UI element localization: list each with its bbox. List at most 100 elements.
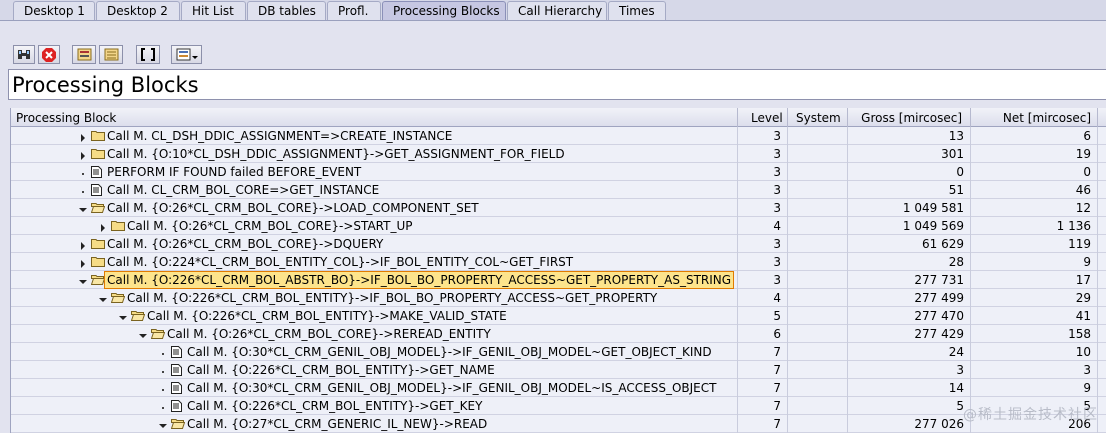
cell-processing-block[interactable]: Call M. {O:226*CL_CRM_BOL_ENTITY}->GET_N… bbox=[11, 361, 738, 379]
tab-desktop-1[interactable]: Desktop 1 bbox=[13, 1, 95, 20]
block-label[interactable]: Call M. {O:226*CL_CRM_BOL_ENTITY}->MAKE_… bbox=[145, 308, 509, 324]
block-label[interactable]: Call M. {O:27*CL_CRM_GENERIC_IL_NEW}->RE… bbox=[185, 416, 489, 432]
cell-system bbox=[788, 235, 848, 253]
block-label[interactable]: Call M. {O:26*CL_CRM_BOL_CORE}->START_UP bbox=[125, 218, 414, 234]
collapse-arrow-icon[interactable] bbox=[159, 419, 167, 428]
table-row[interactable]: Call M. {O:226*CL_CRM_BOL_ENTITY}->IF_BO… bbox=[11, 289, 1106, 307]
brackets-icon[interactable] bbox=[136, 45, 160, 64]
table-row[interactable]: Call M. {O:30*CL_CRM_GENIL_OBJ_MODEL}->I… bbox=[11, 379, 1106, 397]
table-row[interactable]: Call M. CL_DSH_DDIC_ASSIGNMENT=>CREATE_I… bbox=[11, 127, 1106, 145]
cell-processing-block[interactable]: Call M. {O:226*CL_CRM_BOL_ENTITY}->IF_BO… bbox=[11, 289, 738, 307]
cell-system bbox=[788, 379, 848, 397]
tab-hit-list[interactable]: Hit List bbox=[181, 1, 246, 20]
block-label[interactable]: Call M. {O:224*CL_CRM_BOL_ENTITY_COL}->I… bbox=[105, 254, 575, 270]
collapse-arrow-icon[interactable] bbox=[79, 275, 87, 284]
leaf-dot-icon bbox=[79, 185, 87, 193]
tab-db-tables[interactable]: DB tables bbox=[247, 1, 326, 20]
expand-icon[interactable] bbox=[72, 45, 96, 64]
cell-net: 158 bbox=[971, 325, 1098, 343]
folder-icon bbox=[91, 238, 105, 249]
cell-processing-block[interactable]: Call M. {O:26*CL_CRM_BOL_CORE}->DQUERY bbox=[11, 235, 738, 253]
cell-processing-block[interactable]: Call M. {O:26*CL_CRM_BOL_CORE}->START_UP bbox=[11, 217, 738, 235]
table-row[interactable]: Call M. {O:226*CL_CRM_BOL_ENTITY}->MAKE_… bbox=[11, 307, 1106, 325]
layout-icon[interactable] bbox=[171, 45, 202, 64]
cell-processing-block[interactable]: Call M. {O:10*CL_DSH_DDIC_ASSIGNMENT}->G… bbox=[11, 145, 738, 163]
table-row[interactable]: Call M. {O:224*CL_CRM_BOL_ENTITY_COL}->I… bbox=[11, 253, 1106, 271]
collapse-icon[interactable] bbox=[99, 45, 123, 64]
col-header-system[interactable]: System bbox=[788, 108, 848, 127]
collapse-arrow-icon[interactable] bbox=[79, 203, 87, 212]
table-row[interactable]: Call M. {O:26*CL_CRM_BOL_CORE}->START_UP… bbox=[11, 217, 1106, 235]
expand-arrow-icon[interactable] bbox=[79, 131, 87, 142]
block-label[interactable]: Call M. {O:10*CL_DSH_DDIC_ASSIGNMENT}->G… bbox=[105, 146, 567, 162]
cell-gross: 3 bbox=[848, 361, 971, 379]
block-label[interactable]: Call M. {O:26*CL_CRM_BOL_CORE}->REREAD_E… bbox=[165, 326, 493, 342]
tab-processing-blocks[interactable]: Processing Blocks bbox=[382, 1, 506, 20]
table-row[interactable]: Call M. {O:26*CL_CRM_BOL_CORE}->LOAD_COM… bbox=[11, 199, 1106, 217]
block-label[interactable]: Call M. CL_DSH_DDIC_ASSIGNMENT=>CREATE_I… bbox=[105, 128, 454, 144]
cell-gross: 1 049 569 bbox=[848, 217, 971, 235]
block-label[interactable]: Call M. {O:226*CL_CRM_BOL_ENTITY}->IF_BO… bbox=[125, 290, 659, 306]
block-label[interactable]: Call M. {O:30*CL_CRM_GENIL_OBJ_MODEL}->I… bbox=[185, 344, 714, 360]
cell-gross: 51 bbox=[848, 181, 971, 199]
tab-times[interactable]: Times bbox=[608, 1, 666, 20]
table-row[interactable]: Call M. {O:226*CL_CRM_BOL_ENTITY}->GET_N… bbox=[11, 361, 1106, 379]
cell-processing-block[interactable]: Call M. {O:30*CL_CRM_GENIL_OBJ_MODEL}->I… bbox=[11, 379, 738, 397]
expand-arrow-icon[interactable] bbox=[79, 149, 87, 160]
expand-arrow-icon[interactable] bbox=[99, 221, 107, 232]
cell-level: 3 bbox=[738, 127, 788, 145]
tab-desktop-2[interactable]: Desktop 2 bbox=[96, 1, 180, 20]
cell-level: 3 bbox=[738, 145, 788, 163]
collapse-arrow-icon[interactable] bbox=[99, 293, 107, 302]
tab-profl[interactable]: Profl. bbox=[327, 1, 381, 20]
tab-call-hierarchy[interactable]: Call Hierarchy bbox=[507, 1, 607, 20]
cell-system bbox=[788, 343, 848, 361]
cell-processing-block[interactable]: Call M. {O:27*CL_CRM_GENERIC_IL_NEW}->RE… bbox=[11, 415, 738, 433]
block-label[interactable]: Call M. {O:226*CL_CRM_BOL_ABSTR_BO}->IF_… bbox=[103, 271, 735, 289]
block-label[interactable]: Call M. {O:226*CL_CRM_BOL_ENTITY}->GET_K… bbox=[185, 398, 484, 414]
block-label[interactable]: Call M. {O:26*CL_CRM_BOL_CORE}->LOAD_COM… bbox=[105, 200, 481, 216]
cell-processing-block[interactable]: Call M. {O:226*CL_CRM_BOL_ABSTR_BO}->IF_… bbox=[11, 271, 738, 289]
table-row[interactable]: Call M. {O:10*CL_DSH_DDIC_ASSIGNMENT}->G… bbox=[11, 145, 1106, 163]
table-row[interactable]: Call M. CL_CRM_BOL_CORE=>GET_INSTANCE 3 51… bbox=[11, 181, 1106, 199]
leaf-dot-icon bbox=[159, 383, 167, 391]
document-icon bbox=[171, 400, 184, 412]
table-row[interactable]: Call M. {O:226*CL_CRM_BOL_ABSTR_BO}->IF_… bbox=[11, 271, 1106, 289]
expand-arrow-icon[interactable] bbox=[79, 239, 87, 250]
cell-net: 10 bbox=[971, 343, 1098, 361]
block-label[interactable]: Call M. {O:26*CL_CRM_BOL_CORE}->DQUERY bbox=[105, 236, 385, 252]
table-row[interactable]: Call M. {O:27*CL_CRM_GENERIC_IL_NEW}->RE… bbox=[11, 415, 1106, 433]
cell-processing-block[interactable]: PERFORM IF FOUND failed BEFORE_EVENT bbox=[11, 163, 738, 181]
cell-processing-block[interactable]: Call M. {O:30*CL_CRM_GENIL_OBJ_MODEL}->I… bbox=[11, 343, 738, 361]
collapse-arrow-icon[interactable] bbox=[139, 329, 147, 338]
cell-processing-block[interactable]: Call M. {O:226*CL_CRM_BOL_ENTITY}->GET_K… bbox=[11, 397, 738, 415]
cell-processing-block[interactable]: Call M. CL_DSH_DDIC_ASSIGNMENT=>CREATE_I… bbox=[11, 127, 738, 145]
collapse-arrow-icon[interactable] bbox=[119, 311, 127, 320]
display-icon[interactable] bbox=[13, 45, 35, 64]
table-row[interactable]: PERFORM IF FOUND failed BEFORE_EVENT 3 0 0 bbox=[11, 163, 1106, 181]
col-header-level[interactable]: Level bbox=[738, 108, 788, 127]
block-label[interactable]: PERFORM IF FOUND failed BEFORE_EVENT bbox=[105, 164, 363, 180]
table-row[interactable]: Call M. {O:226*CL_CRM_BOL_ENTITY}->GET_K… bbox=[11, 397, 1106, 415]
col-header-net[interactable]: Net [mircosec] bbox=[971, 108, 1098, 127]
cell-processing-block[interactable]: Call M. {O:224*CL_CRM_BOL_ENTITY_COL}->I… bbox=[11, 253, 738, 271]
cell-processing-block[interactable]: Call M. CL_CRM_BOL_CORE=>GET_INSTANCE bbox=[11, 181, 738, 199]
expand-arrow-icon[interactable] bbox=[79, 257, 87, 268]
cell-processing-block[interactable]: Call M. {O:26*CL_CRM_BOL_CORE}->LOAD_COM… bbox=[11, 199, 738, 217]
cell-processing-block[interactable]: Call M. {O:26*CL_CRM_BOL_CORE}->REREAD_E… bbox=[11, 325, 738, 343]
block-label[interactable]: Call M. {O:226*CL_CRM_BOL_ENTITY}->GET_N… bbox=[185, 362, 497, 378]
block-label[interactable]: Call M. {O:30*CL_CRM_GENIL_OBJ_MODEL}->I… bbox=[185, 380, 718, 396]
cell-net: 12 bbox=[971, 199, 1098, 217]
folder-open-icon bbox=[90, 274, 106, 285]
table-row[interactable]: Call M. {O:30*CL_CRM_GENIL_OBJ_MODEL}->I… bbox=[11, 343, 1106, 361]
cell-system bbox=[788, 271, 848, 289]
table-row[interactable]: Call M. {O:26*CL_CRM_BOL_CORE}->DQUERY 3 6… bbox=[11, 235, 1106, 253]
col-header-processing-block[interactable]: Processing Block bbox=[11, 108, 738, 127]
cell-gross: 277 499 bbox=[848, 289, 971, 307]
block-label[interactable]: Call M. CL_CRM_BOL_CORE=>GET_INSTANCE bbox=[105, 182, 381, 198]
cell-processing-block[interactable]: Call M. {O:226*CL_CRM_BOL_ENTITY}->MAKE_… bbox=[11, 307, 738, 325]
col-header-gross[interactable]: Gross [mircosec] bbox=[848, 108, 971, 127]
table-row[interactable]: Call M. {O:26*CL_CRM_BOL_CORE}->REREAD_E… bbox=[11, 325, 1106, 343]
cell-system bbox=[788, 217, 848, 235]
stop-icon[interactable] bbox=[38, 45, 60, 64]
